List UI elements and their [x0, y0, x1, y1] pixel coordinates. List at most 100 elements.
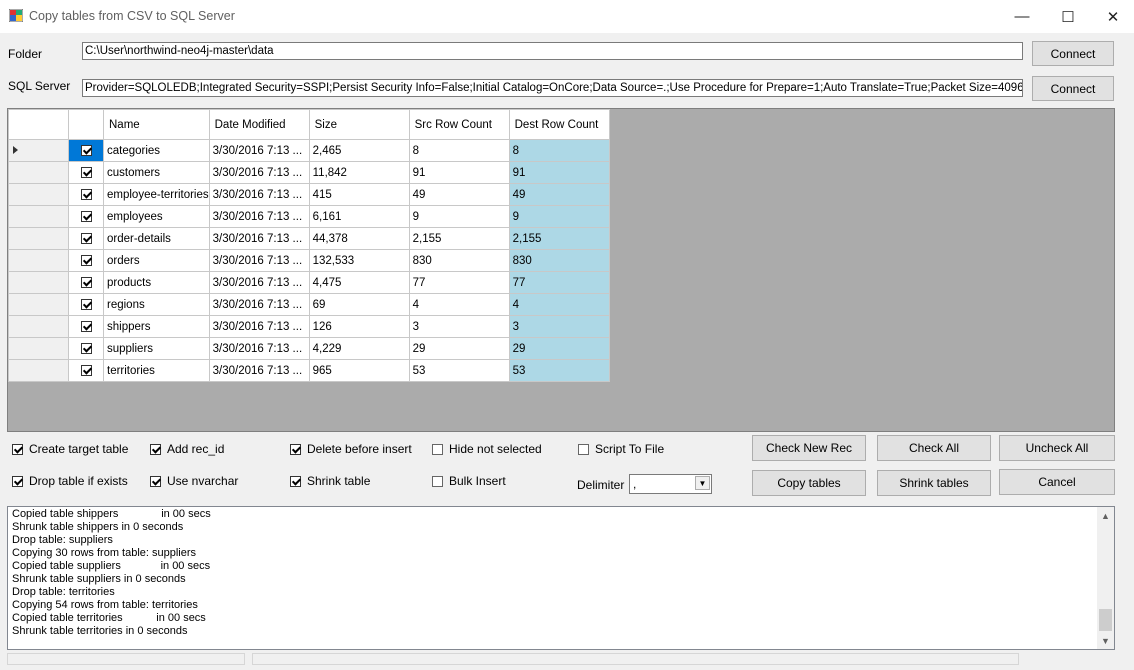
- folder-connect-button[interactable]: Connect: [1032, 41, 1114, 66]
- bulk-insert-checkbox[interactable]: Bulk Insert: [432, 474, 506, 488]
- column-header-select[interactable]: [68, 109, 104, 140]
- add-rec-id-checkbox[interactable]: Add rec_id: [150, 442, 224, 456]
- row-checkbox[interactable]: [80, 298, 92, 310]
- row-header[interactable]: [8, 337, 69, 360]
- use-nvarchar-checkbox[interactable]: Use nvarchar: [150, 474, 238, 488]
- table-row[interactable]: suppliers 3/30/2016 7:13 ... 4,229 29 29: [8, 337, 610, 360]
- cell-date-modified: 3/30/2016 7:13 ...: [208, 249, 310, 272]
- scroll-up-icon[interactable]: ▲: [1097, 507, 1114, 524]
- row-checkbox[interactable]: [80, 144, 92, 156]
- row-header[interactable]: [8, 293, 69, 316]
- uncheck-all-button[interactable]: Uncheck All: [999, 435, 1115, 461]
- shrink-tables-button[interactable]: Shrink tables: [877, 470, 991, 496]
- row-select-cell[interactable]: [68, 183, 104, 206]
- row-select-cell[interactable]: [68, 293, 104, 316]
- delimiter-select[interactable]: , ▼: [629, 474, 712, 494]
- table-row[interactable]: products 3/30/2016 7:13 ... 4,475 77 77: [8, 271, 610, 294]
- checkbox-icon: [290, 475, 301, 487]
- sql-connect-button[interactable]: Connect: [1032, 76, 1114, 101]
- log-line: Shrunk table shippers in 0 seconds: [12, 521, 184, 533]
- row-header[interactable]: [8, 139, 69, 162]
- table-row[interactable]: territories 3/30/2016 7:13 ... 965 53 53: [8, 359, 610, 382]
- tables-grid: Name Date Modified Size Src Row Count De…: [7, 108, 1115, 432]
- hide-not-selected-checkbox[interactable]: Hide not selected: [432, 442, 542, 456]
- row-header[interactable]: [8, 161, 69, 184]
- row-header[interactable]: [8, 271, 69, 294]
- cell-name: shippers: [103, 315, 210, 338]
- row-checkbox[interactable]: [80, 342, 92, 354]
- window-title: Copy tables from CSV to SQL Server: [29, 9, 235, 23]
- row-header[interactable]: [8, 227, 69, 250]
- row-select-cell[interactable]: [68, 359, 104, 382]
- table-row[interactable]: categories 3/30/2016 7:13 ... 2,465 8 8: [8, 139, 610, 162]
- cancel-button[interactable]: Cancel: [999, 469, 1115, 495]
- minimize-button[interactable]: —: [999, 0, 1045, 33]
- cell-date-modified: 3/30/2016 7:13 ...: [208, 161, 310, 184]
- minimize-icon: —: [1014, 8, 1030, 25]
- row-checkbox[interactable]: [80, 210, 92, 222]
- log-line: Copied table suppliers in 00 secs: [12, 560, 211, 572]
- row-select-cell[interactable]: [68, 205, 104, 228]
- drop-table-if-exists-checkbox[interactable]: Drop table if exists: [12, 474, 128, 488]
- row-checkbox[interactable]: [80, 166, 92, 178]
- column-header-dest-row-count[interactable]: Dest Row Count: [508, 109, 610, 140]
- script-to-file-checkbox[interactable]: Script To File: [578, 442, 664, 456]
- column-header-date-modified[interactable]: Date Modified: [208, 109, 310, 140]
- column-header-name[interactable]: Name: [103, 109, 210, 140]
- check-all-button[interactable]: Check All: [877, 435, 991, 461]
- row-header[interactable]: [8, 359, 69, 382]
- row-select-cell[interactable]: [68, 161, 104, 184]
- row-header-corner: [8, 109, 69, 140]
- row-select-cell[interactable]: [68, 139, 104, 162]
- table-row[interactable]: shippers 3/30/2016 7:13 ... 126 3 3: [8, 315, 610, 338]
- row-select-cell[interactable]: [68, 227, 104, 250]
- grid-header-row: Name Date Modified Size Src Row Count De…: [8, 109, 610, 140]
- row-header[interactable]: [8, 249, 69, 272]
- row-select-cell[interactable]: [68, 249, 104, 272]
- log-output[interactable]: Copied table shippers in 00 secs Shrunk t…: [7, 506, 1115, 650]
- scrollbar-thumb[interactable]: [1099, 609, 1112, 631]
- cell-src-row-count: 8: [408, 139, 510, 162]
- row-select-cell[interactable]: [68, 315, 104, 338]
- delete-before-insert-checkbox[interactable]: Delete before insert: [290, 442, 412, 456]
- folder-path-input[interactable]: C:\User\northwind-neo4j-master\data: [82, 42, 1023, 60]
- table-row[interactable]: customers 3/30/2016 7:13 ... 11,842 91 91: [8, 161, 610, 184]
- close-button[interactable]: ✕: [1090, 0, 1134, 33]
- cell-date-modified: 3/30/2016 7:13 ...: [208, 293, 310, 316]
- copy-tables-button[interactable]: Copy tables: [752, 470, 866, 496]
- delete-before-insert-label: Delete before insert: [307, 442, 412, 456]
- row-header[interactable]: [8, 205, 69, 228]
- table-row[interactable]: regions 3/30/2016 7:13 ... 69 4 4: [8, 293, 610, 316]
- row-header[interactable]: [8, 183, 69, 206]
- row-checkbox[interactable]: [80, 232, 92, 244]
- column-header-size[interactable]: Size: [308, 109, 410, 140]
- connection-string-input[interactable]: Provider=SQLOLEDB;Integrated Security=SS…: [82, 79, 1023, 97]
- check-new-rec-button[interactable]: Check New Rec: [752, 435, 866, 461]
- row-select-cell[interactable]: [68, 271, 104, 294]
- log-scrollbar[interactable]: ▲ ▼: [1097, 507, 1114, 649]
- create-target-table-checkbox[interactable]: Create target table: [12, 442, 128, 456]
- delimiter-value: ,: [633, 477, 637, 491]
- table-row[interactable]: orders 3/30/2016 7:13 ... 132,533 830 830: [8, 249, 610, 272]
- cell-name: suppliers: [103, 337, 210, 360]
- table-row[interactable]: employees 3/30/2016 7:13 ... 6,161 9 9: [8, 205, 610, 228]
- cell-name: employees: [103, 205, 210, 228]
- table-row[interactable]: order-details 3/30/2016 7:13 ... 44,378 2,1…: [8, 227, 610, 250]
- row-header[interactable]: [8, 315, 69, 338]
- drop-table-if-exists-label: Drop table if exists: [29, 474, 128, 488]
- row-checkbox[interactable]: [80, 254, 92, 266]
- row-checkbox[interactable]: [80, 364, 92, 376]
- cell-date-modified: 3/30/2016 7:13 ...: [208, 271, 310, 294]
- cell-size: 4,229: [308, 337, 410, 360]
- row-checkbox[interactable]: [80, 320, 92, 332]
- row-checkbox[interactable]: [80, 188, 92, 200]
- scroll-down-icon[interactable]: ▼: [1097, 632, 1114, 649]
- shrink-table-checkbox[interactable]: Shrink table: [290, 474, 370, 488]
- row-checkbox[interactable]: [80, 276, 92, 288]
- column-header-src-row-count[interactable]: Src Row Count: [408, 109, 510, 140]
- maximize-button[interactable]: ☐: [1045, 0, 1091, 33]
- cell-src-row-count: 4: [408, 293, 510, 316]
- checkbox-icon: [150, 443, 161, 455]
- row-select-cell[interactable]: [68, 337, 104, 360]
- table-row[interactable]: employee-territories 3/30/2016 7:13 ... 41…: [8, 183, 610, 206]
